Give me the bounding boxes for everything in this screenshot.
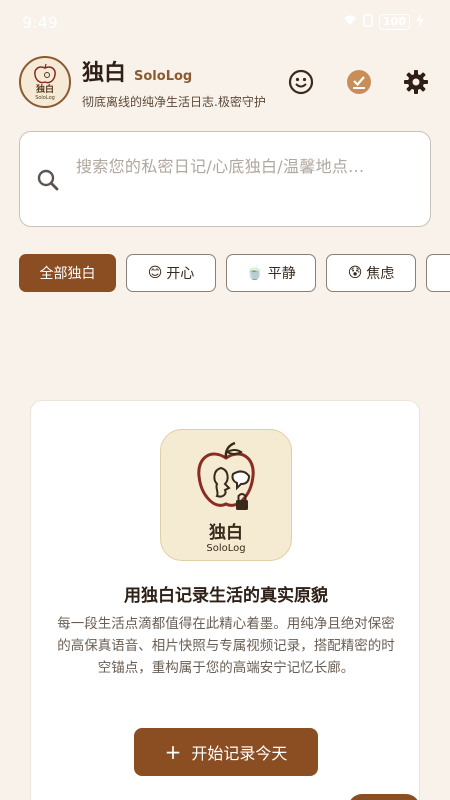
empty-state-title: 用独白记录生活的真实原貌 xyxy=(124,586,328,606)
logo-mini-title: 独白 xyxy=(35,85,54,95)
filter-chip-label: 全部独白 xyxy=(39,266,96,282)
search-input[interactable]: 搜索您的私密日记/心底独白/温馨地点... xyxy=(19,131,431,227)
app-tagline: 彻底离线的纯净生活日志.极密守护 xyxy=(82,94,266,109)
smiley-icon[interactable] xyxy=(287,68,315,96)
status-time: 9:49 xyxy=(22,12,58,32)
apple-face-icon xyxy=(34,63,56,84)
tea-emoji-icon: 🍵 xyxy=(246,265,264,281)
happy-emoji-icon: 😊 xyxy=(147,265,163,281)
apple-face-lock-icon xyxy=(197,441,255,510)
app-subtitle: SoloLog xyxy=(134,68,193,84)
filter-chip-label: 开心 xyxy=(166,266,195,282)
start-recording-label: 开始记录今天 xyxy=(191,744,288,763)
start-recording-button[interactable]: + 开始记录今天 xyxy=(134,728,318,776)
card-logo-subtitle: SoloLog xyxy=(206,543,246,554)
checklist-icon[interactable] xyxy=(345,68,373,96)
sim-icon xyxy=(363,13,373,31)
filter-chip-calm[interactable]: 🍵 平静 xyxy=(226,254,316,292)
empty-state-card: 独白 SoloLog 用独白记录生活的真实原貌 每一段生活点滴都值得在此精心着墨… xyxy=(30,400,420,800)
filter-chip-label: 焦虑 xyxy=(366,266,395,282)
logo-mini-sub: SoloLog xyxy=(35,95,55,101)
search-icon xyxy=(20,132,76,228)
empty-state-description: 每一段生活点滴都值得在此精心着墨。用纯净且绝对保密的高保真语音、相片快照与专属视… xyxy=(57,616,395,676)
status-bar: 9:49 100 xyxy=(0,0,450,44)
gear-icon[interactable] xyxy=(402,68,430,96)
charging-icon xyxy=(416,13,424,31)
battery-level: 100 xyxy=(379,14,410,30)
filter-chip-happy[interactable]: 😊 开心 xyxy=(126,254,216,292)
plus-icon: + xyxy=(164,740,182,764)
card-logo-title: 独白 xyxy=(209,523,243,543)
app-header: 独白 SoloLog 独白 SoloLog 彻底离线的纯净生活日志.极密守护 xyxy=(19,55,431,110)
app-title: 独白 xyxy=(82,60,127,86)
status-icons: 100 xyxy=(343,13,424,31)
app-logo[interactable]: 独白 SoloLog xyxy=(19,56,71,108)
floating-action-button[interactable] xyxy=(348,794,420,800)
mood-filter-bar: 全部独白 😊 开心 🍵 平静 😰 焦虑 xyxy=(19,254,450,292)
brand-block: 独白 SoloLog 彻底离线的纯净生活日志.极密守护 xyxy=(82,55,431,110)
filter-chip-all[interactable]: 全部独白 xyxy=(19,254,116,292)
filter-chip-more[interactable] xyxy=(426,254,450,292)
anxious-emoji-icon: 😰 xyxy=(347,265,363,281)
card-logo: 独白 SoloLog xyxy=(160,429,292,561)
search-placeholder: 搜索您的私密日记/心底独白/温馨地点... xyxy=(76,157,365,176)
wifi-icon xyxy=(343,14,357,30)
filter-chip-anxious[interactable]: 😰 焦虑 xyxy=(326,254,416,292)
filter-chip-label: 平静 xyxy=(267,266,296,282)
